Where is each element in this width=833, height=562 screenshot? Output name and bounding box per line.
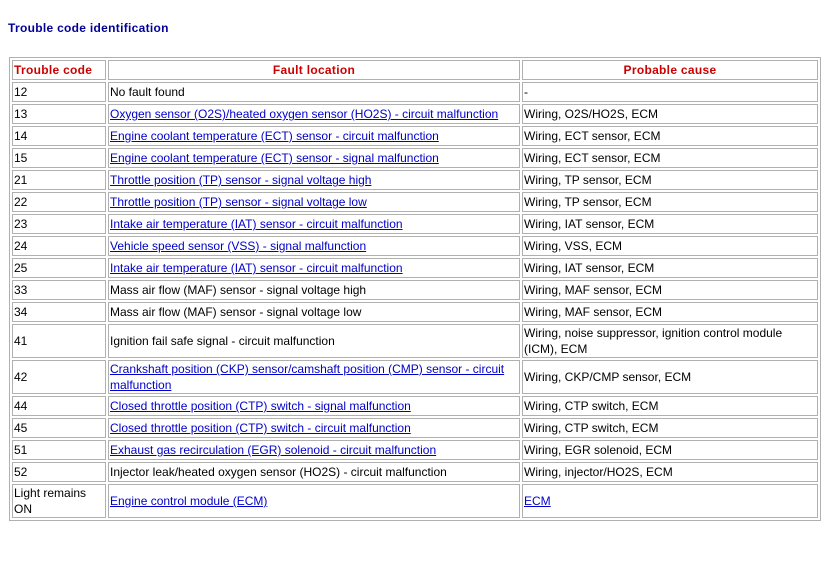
- probable-cause-cell: Wiring, EGR solenoid, ECM: [522, 440, 818, 460]
- fault-location-cell: Ignition fail safe signal - circuit malf…: [108, 324, 520, 358]
- trouble-code-cell: 23: [12, 214, 106, 234]
- fault-location-cell: Intake air temperature (IAT) sensor - ci…: [108, 258, 520, 278]
- table-row: 24 Vehicle speed sensor (VSS) - signal ma…: [12, 236, 818, 256]
- fault-location-cell-link[interactable]: Throttle position (TP) sensor - signal v…: [110, 173, 371, 187]
- probable-cause-cell: Wiring, CTP switch, ECM: [522, 418, 818, 438]
- fault-location-cell: Engine coolant temperature (ECT) sensor …: [108, 148, 520, 168]
- fault-location-cell-link[interactable]: Intake air temperature (IAT) sensor - ci…: [110, 217, 403, 231]
- fault-location-cell: No fault found: [108, 82, 520, 102]
- table-row: 42 Crankshaft position (CKP) sensor/camsh…: [12, 360, 818, 394]
- table-header-row: Trouble code Fault location Probable cau…: [12, 60, 818, 80]
- header-trouble-code: Trouble code: [12, 60, 106, 80]
- fault-location-cell: Crankshaft position (CKP) sensor/camshaf…: [108, 360, 520, 394]
- table-row: 44 Closed throttle position (CTP) switch …: [12, 396, 818, 416]
- fault-location-cell: Closed throttle position (CTP) switch - …: [108, 418, 520, 438]
- fault-location-cell-link[interactable]: Throttle position (TP) sensor - signal v…: [110, 195, 367, 209]
- fault-location-cell: Exhaust gas recirculation (EGR) solenoid…: [108, 440, 520, 460]
- table-row: 15 Engine coolant temperature (ECT) senso…: [12, 148, 818, 168]
- probable-cause-cell: Wiring, IAT sensor, ECM: [522, 258, 818, 278]
- table-row: 21 Throttle position (TP) sensor - signal…: [12, 170, 818, 190]
- fault-location-cell: Vehicle speed sensor (VSS) - signal malf…: [108, 236, 520, 256]
- probable-cause-cell: ECM: [522, 484, 818, 518]
- probable-cause-cell: Wiring, VSS, ECM: [522, 236, 818, 256]
- probable-cause-cell: Wiring, noise suppressor, ignition contr…: [522, 324, 818, 358]
- fault-location-cell-link[interactable]: Vehicle speed sensor (VSS) - signal malf…: [110, 239, 366, 253]
- header-fault-location: Fault location: [108, 60, 520, 80]
- probable-cause-cell: Wiring, CTP switch, ECM: [522, 396, 818, 416]
- probable-cause-cell: Wiring, ECT sensor, ECM: [522, 148, 818, 168]
- probable-cause-cell: Wiring, MAF sensor, ECM: [522, 302, 818, 322]
- table-row: 13 Oxygen sensor (O2S)/heated oxygen sens…: [12, 104, 818, 124]
- fault-location-cell-link[interactable]: Engine control module (ECM): [110, 494, 267, 508]
- trouble-code-cell: 45: [12, 418, 106, 438]
- trouble-code-cell: Light remains ON: [12, 484, 106, 518]
- fault-location-cell-link[interactable]: Crankshaft position (CKP) sensor/camshaf…: [110, 362, 504, 392]
- fault-location-cell-link[interactable]: Oxygen sensor (O2S)/heated oxygen sensor…: [110, 107, 498, 121]
- probable-cause-cell: Wiring, MAF sensor, ECM: [522, 280, 818, 300]
- table-row: 51 Exhaust gas recirculation (EGR) soleno…: [12, 440, 818, 460]
- table-row: 33 Mass air flow (MAF) sensor - signal vo…: [12, 280, 818, 300]
- table-row: 25 Intake air temperature (IAT) sensor - …: [12, 258, 818, 278]
- probable-cause-cell: Wiring, O2S/HO2S, ECM: [522, 104, 818, 124]
- trouble-code-cell: 42: [12, 360, 106, 394]
- trouble-code-cell: 15: [12, 148, 106, 168]
- trouble-code-cell: 33: [12, 280, 106, 300]
- probable-cause-cell: Wiring, CKP/CMP sensor, ECM: [522, 360, 818, 394]
- fault-location-cell-link[interactable]: Closed throttle position (CTP) switch - …: [110, 421, 411, 435]
- header-probable-cause: Probable cause: [522, 60, 818, 80]
- fault-location-cell-link[interactable]: Intake air temperature (IAT) sensor - ci…: [110, 261, 403, 275]
- trouble-code-cell: 24: [12, 236, 106, 256]
- trouble-code-cell: 12: [12, 82, 106, 102]
- probable-cause-cell: Wiring, TP sensor, ECM: [522, 170, 818, 190]
- probable-cause-cell-link[interactable]: ECM: [524, 494, 551, 508]
- fault-location-cell-link[interactable]: Closed throttle position (CTP) switch - …: [110, 399, 411, 413]
- trouble-code-cell: 52: [12, 462, 106, 482]
- table-row: 41 Ignition fail safe signal - circuit ma…: [12, 324, 818, 358]
- trouble-code-cell: 34: [12, 302, 106, 322]
- fault-location-cell: Injector leak/heated oxygen sensor (HO2S…: [108, 462, 520, 482]
- table-row: 45 Closed throttle position (CTP) switch …: [12, 418, 818, 438]
- probable-cause-cell: Wiring, injector/HO2S, ECM: [522, 462, 818, 482]
- trouble-code-cell: 51: [12, 440, 106, 460]
- table-row: 22 Throttle position (TP) sensor - signal…: [12, 192, 818, 212]
- fault-location-cell: Engine coolant temperature (ECT) sensor …: [108, 126, 520, 146]
- trouble-code-cell: 21: [12, 170, 106, 190]
- table-row: 23 Intake air temperature (IAT) sensor - …: [12, 214, 818, 234]
- trouble-code-cell: 14: [12, 126, 106, 146]
- probable-cause-cell: -: [522, 82, 818, 102]
- fault-location-cell-link[interactable]: Engine coolant temperature (ECT) sensor …: [110, 129, 439, 143]
- fault-location-cell: Oxygen sensor (O2S)/heated oxygen sensor…: [108, 104, 520, 124]
- table-row: 14 Engine coolant temperature (ECT) senso…: [12, 126, 818, 146]
- fault-location-cell: Engine control module (ECM): [108, 484, 520, 518]
- table-row: 34 Mass air flow (MAF) sensor - signal vo…: [12, 302, 818, 322]
- fault-location-cell: Mass air flow (MAF) sensor - signal volt…: [108, 302, 520, 322]
- trouble-code-cell: 44: [12, 396, 106, 416]
- fault-location-cell: Closed throttle position (CTP) switch - …: [108, 396, 520, 416]
- table-row: Light remains ON Engine control module (E…: [12, 484, 818, 518]
- fault-location-cell: Throttle position (TP) sensor - signal v…: [108, 170, 520, 190]
- table-row: 12 No fault found -: [12, 82, 818, 102]
- trouble-code-cell: 25: [12, 258, 106, 278]
- fault-location-cell: Throttle position (TP) sensor - signal v…: [108, 192, 520, 212]
- fault-location-cell-link[interactable]: Exhaust gas recirculation (EGR) solenoid…: [110, 443, 436, 457]
- fault-location-cell-link[interactable]: Engine coolant temperature (ECT) sensor …: [110, 151, 439, 165]
- page-title: Trouble code identification: [8, 21, 169, 35]
- probable-cause-cell: Wiring, ECT sensor, ECM: [522, 126, 818, 146]
- fault-location-cell: Intake air temperature (IAT) sensor - ci…: [108, 214, 520, 234]
- trouble-code-table: Trouble code Fault location Probable cau…: [9, 57, 821, 521]
- trouble-code-cell: 41: [12, 324, 106, 358]
- trouble-code-cell: 13: [12, 104, 106, 124]
- probable-cause-cell: Wiring, TP sensor, ECM: [522, 192, 818, 212]
- trouble-code-cell: 22: [12, 192, 106, 212]
- fault-location-cell: Mass air flow (MAF) sensor - signal volt…: [108, 280, 520, 300]
- table-row: 52 Injector leak/heated oxygen sensor (HO…: [12, 462, 818, 482]
- probable-cause-cell: Wiring, IAT sensor, ECM: [522, 214, 818, 234]
